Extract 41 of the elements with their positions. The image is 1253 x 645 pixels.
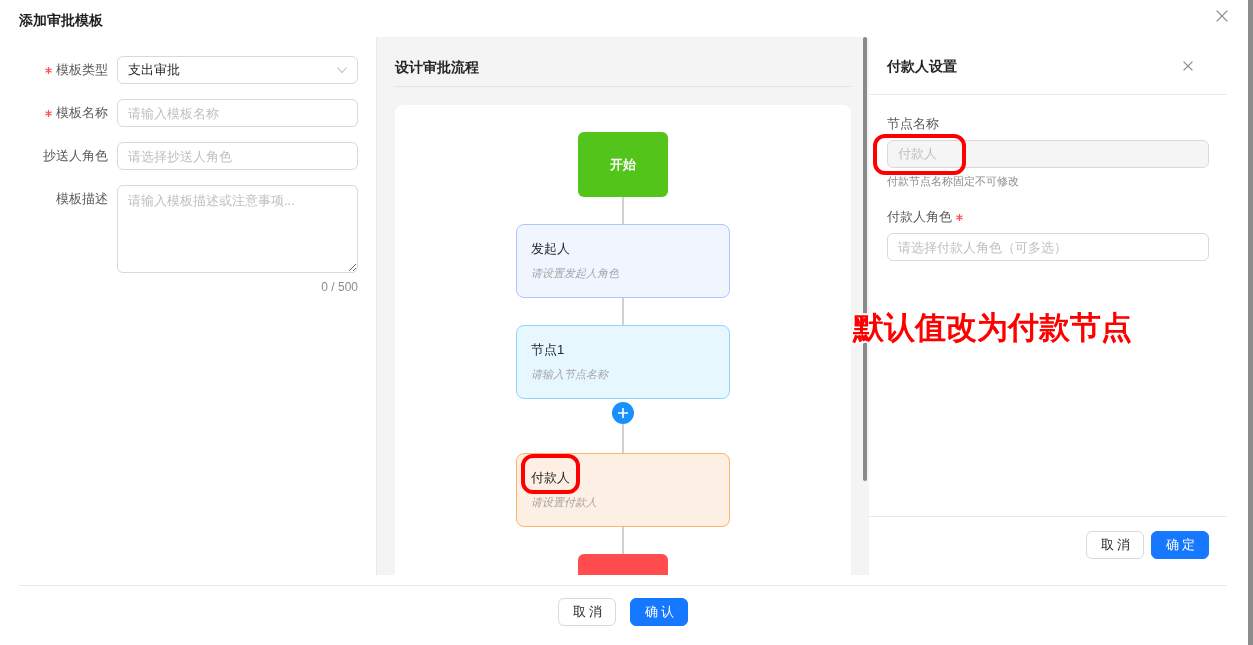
text-field[interactable]: 请输入模板名称 bbox=[117, 99, 358, 127]
field-label: 抄送人角色 bbox=[43, 147, 108, 165]
scrollbar[interactable] bbox=[1248, 0, 1253, 645]
cancel-button[interactable]: 取消 bbox=[1086, 531, 1144, 559]
field-label: 模板类型 bbox=[56, 61, 108, 79]
confirm-button[interactable]: 确定 bbox=[1151, 531, 1209, 559]
connector-line bbox=[622, 298, 624, 325]
chevron-down-icon bbox=[337, 67, 347, 73]
panel-title: 付款人设置 bbox=[887, 56, 957, 76]
node-title: 发起人 bbox=[531, 240, 570, 258]
field-hint: 付款节点名称固定不可修改 bbox=[887, 174, 1020, 189]
confirm-button[interactable]: 确认 bbox=[630, 598, 688, 626]
plus-icon bbox=[618, 408, 628, 418]
section-title: 设计审批流程 bbox=[395, 37, 851, 87]
connector-line bbox=[622, 424, 624, 453]
textarea-field[interactable]: 请输入模板描述或注意事项... bbox=[117, 185, 358, 273]
connector-line bbox=[622, 197, 624, 224]
dialog-title: 添加审批模板 bbox=[19, 11, 103, 29]
text-field[interactable]: 请选择付款人角色（可多选） bbox=[887, 233, 1209, 261]
node-title: 付款人 bbox=[531, 469, 570, 487]
text-field[interactable]: 请选择抄送人角色 bbox=[117, 142, 358, 170]
character-counter: 0 / 500 bbox=[321, 279, 358, 295]
node-title: 节点1 bbox=[531, 341, 565, 359]
node-subtitle: 请设置发起人角色 bbox=[531, 266, 619, 281]
field-label: 节点名称 bbox=[887, 115, 939, 133]
add-node-button[interactable] bbox=[612, 402, 634, 424]
field-label: 付款人角色 bbox=[887, 208, 952, 226]
annotation-text: 默认值改为付款节点 bbox=[853, 310, 1132, 346]
flow-node[interactable]: 付款人 请设置付款人 bbox=[516, 453, 730, 527]
select-field[interactable]: 支出审批 bbox=[117, 56, 358, 84]
close-icon[interactable] bbox=[1216, 10, 1228, 22]
field-label: 模板描述 bbox=[56, 190, 108, 208]
flow-node[interactable]: 节点1 请输入节点名称 bbox=[516, 325, 730, 399]
node-subtitle: 请设置付款人 bbox=[531, 495, 597, 510]
flow-node[interactable]: 发起人 请设置发起人角色 bbox=[516, 224, 730, 298]
field-label: 模板名称 bbox=[56, 104, 108, 122]
cancel-button[interactable]: 取消 bbox=[558, 598, 616, 626]
node-subtitle: 请输入节点名称 bbox=[531, 367, 608, 382]
close-icon[interactable] bbox=[1183, 60, 1193, 71]
connector-line bbox=[622, 527, 624, 554]
end-node[interactable] bbox=[578, 554, 668, 575]
